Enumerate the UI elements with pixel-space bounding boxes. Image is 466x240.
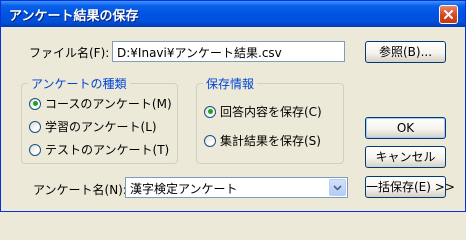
radio-test-survey[interactable]: テストのアンケート(T) [29, 141, 169, 158]
radio-button-circle[interactable] [29, 143, 41, 156]
dropdown-button[interactable] [329, 179, 346, 196]
bulk-save-button[interactable]: 一括保存(E) >> [365, 176, 455, 198]
browse-button[interactable]: 参照(B)... [365, 41, 446, 63]
radio-learning-survey-label: 学習のアンケート(L) [45, 120, 157, 134]
radio-save-results[interactable]: 集計結果を保存(S) [204, 132, 321, 149]
radio-course-survey[interactable]: コースのアンケート(M) [29, 95, 172, 112]
radio-selected-dot [32, 101, 38, 106]
chevron-down-icon [333, 184, 342, 191]
title-bar[interactable]: アンケート結果の保存 [1, 1, 465, 27]
radio-button-circle[interactable] [29, 97, 41, 110]
window-title: アンケート結果の保存 [9, 9, 139, 24]
close-icon [444, 10, 453, 19]
survey-name-label: アンケート名(N): [33, 183, 127, 197]
cancel-button[interactable]: キャンセル [365, 146, 446, 168]
survey-name-value: 漢字検定アンケート [130, 182, 238, 196]
radio-save-results-label: 集計結果を保存(S) [220, 134, 321, 148]
file-name-label: ファイル名(F): [29, 46, 110, 60]
radio-test-survey-label: テストのアンケート(T) [45, 143, 170, 157]
survey-type-group-title: アンケートの種類 [28, 75, 130, 92]
radio-button-circle[interactable] [204, 134, 216, 147]
ok-button[interactable]: OK [365, 117, 446, 139]
radio-save-answers[interactable]: 回答内容を保存(C) [204, 103, 322, 120]
save-info-group-title: 保存情報 [203, 75, 258, 92]
file-name-input[interactable]: D:¥Inavi¥アンケート結果.csv [112, 41, 345, 62]
radio-button-circle[interactable] [29, 120, 41, 133]
survey-name-select[interactable]: 漢字検定アンケート [125, 177, 348, 198]
radio-save-answers-label: 回答内容を保存(C) [220, 105, 322, 119]
radio-button-circle[interactable] [204, 105, 216, 118]
close-button[interactable] [439, 5, 458, 24]
radio-learning-survey[interactable]: 学習のアンケート(L) [29, 118, 157, 135]
dialog-window: アンケート結果の保存 ファイル名(F): D:¥Inavi¥アンケート結果.cs… [0, 0, 466, 212]
save-info-group: 保存情報 [196, 75, 344, 164]
radio-course-survey-label: コースのアンケート(M) [45, 97, 172, 111]
radio-selected-dot [207, 109, 213, 114]
